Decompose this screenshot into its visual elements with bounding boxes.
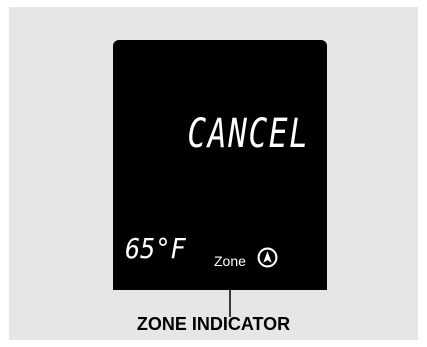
temperature-unit: °F	[155, 232, 186, 265]
temperature-value: 65	[125, 232, 156, 265]
temperature-readout: 65°F	[125, 235, 186, 263]
circled-arrow-up-icon	[257, 247, 278, 268]
lcd-display: CANCEL 65°F Zone	[113, 40, 327, 290]
zone-label: Zone	[214, 253, 246, 269]
display-message: CANCEL	[186, 111, 309, 157]
zone-indicator-caption: ZONE INDICATOR	[136, 314, 291, 334]
zone-indicator-pointer	[225, 273, 235, 317]
